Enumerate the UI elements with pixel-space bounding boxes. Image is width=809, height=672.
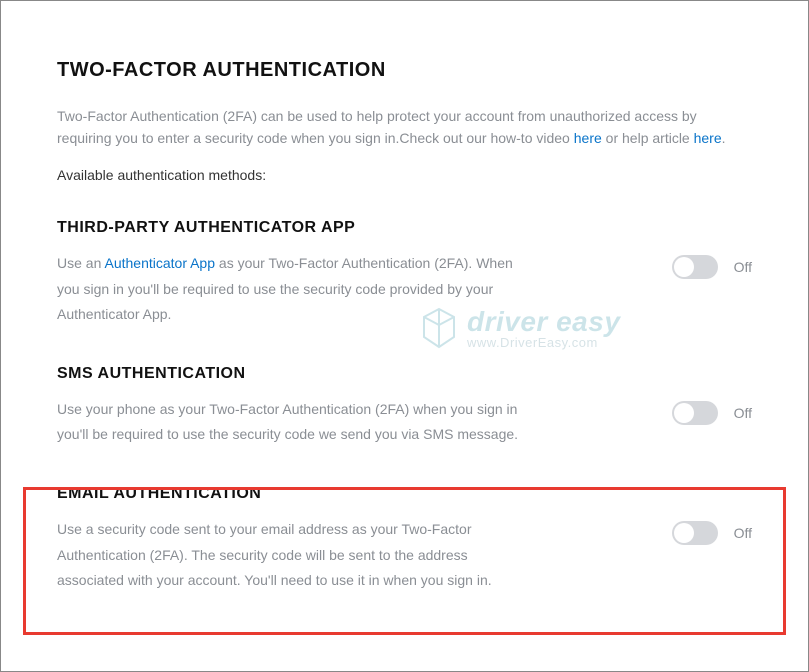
intro-text-part: . [722,130,726,146]
method-description: Use a security code sent to your email a… [57,517,537,593]
method-title: THIRD-PARTY AUTHENTICATOR APP [57,219,537,237]
intro-text-part: or help article [602,130,694,146]
email-toggle[interactable] [672,521,718,545]
method-title: SMS AUTHENTICATION [57,365,537,383]
howto-video-link[interactable]: here [574,130,602,146]
toggle-state-label: Off [734,259,752,275]
desc-part: Use an [57,255,104,271]
page-title: TWO-FACTOR AUTHENTICATION [57,59,752,82]
toggle-state-label: Off [734,525,752,541]
authenticator-app-link[interactable]: Authenticator App [104,255,215,271]
method-authenticator-app: THIRD-PARTY AUTHENTICATOR APP Use an Aut… [57,211,752,357]
desc-part: Use your phone as your Two-Factor Authen… [57,401,518,442]
sms-toggle[interactable] [672,401,718,425]
method-email: EMAIL AUTHENTICATION Use a security code… [57,477,752,623]
desc-part: Use a security code sent to your email a… [57,521,492,587]
toggle-state-label: Off [734,405,752,421]
authenticator-app-toggle[interactable] [672,255,718,279]
method-title: EMAIL AUTHENTICATION [57,485,537,503]
available-methods-label: Available authentication methods: [57,167,752,183]
method-sms: SMS AUTHENTICATION Use your phone as you… [57,357,752,477]
settings-panel: TWO-FACTOR AUTHENTICATION Two-Factor Aut… [1,1,808,663]
intro-text: Two-Factor Authentication (2FA) can be u… [57,106,752,149]
method-description: Use your phone as your Two-Factor Authen… [57,397,537,447]
help-article-link[interactable]: here [694,130,722,146]
method-description: Use an Authenticator App as your Two-Fac… [57,251,537,327]
